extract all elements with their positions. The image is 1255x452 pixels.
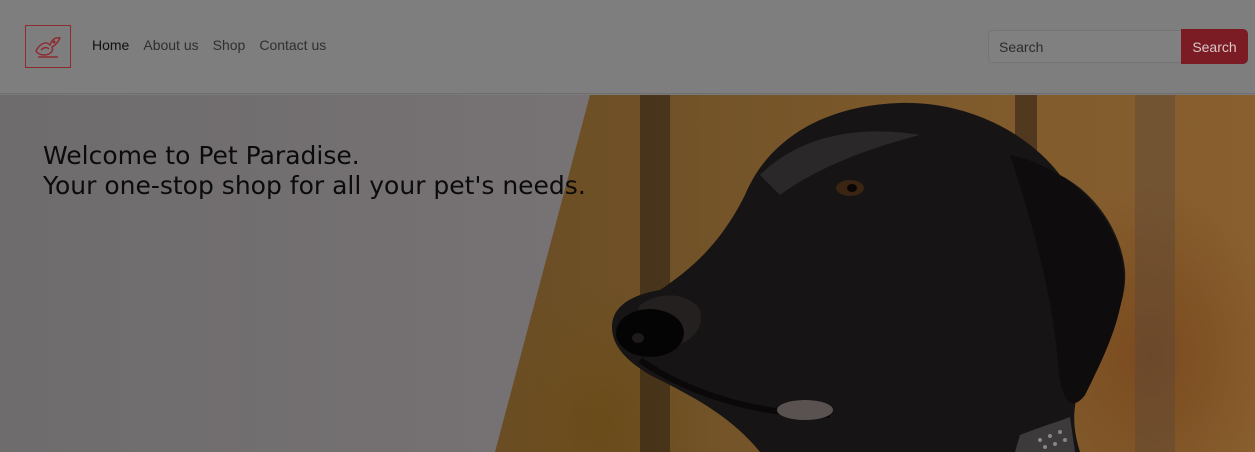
hero-heading: Welcome to Pet Paradise. Your one-stop s…	[43, 141, 586, 201]
hero-heading-line-1: Welcome to Pet Paradise.	[43, 141, 360, 170]
nav-home[interactable]: Home	[92, 37, 129, 53]
nav-about-us[interactable]: About us	[143, 37, 198, 53]
nav-shop[interactable]: Shop	[213, 37, 246, 53]
search-input[interactable]	[988, 30, 1182, 63]
navbar: Home About us Shop Contact us Search	[0, 0, 1255, 94]
bird-logo-icon[interactable]	[25, 25, 71, 68]
search-button[interactable]: Search	[1181, 29, 1248, 64]
hero-banner: Welcome to Pet Paradise. Your one-stop s…	[0, 95, 1255, 452]
main-nav: Home About us Shop Contact us	[92, 37, 326, 53]
nav-contact-us[interactable]: Contact us	[259, 37, 326, 53]
hero-heading-line-2: Your one-stop shop for all your pet's ne…	[43, 171, 586, 200]
